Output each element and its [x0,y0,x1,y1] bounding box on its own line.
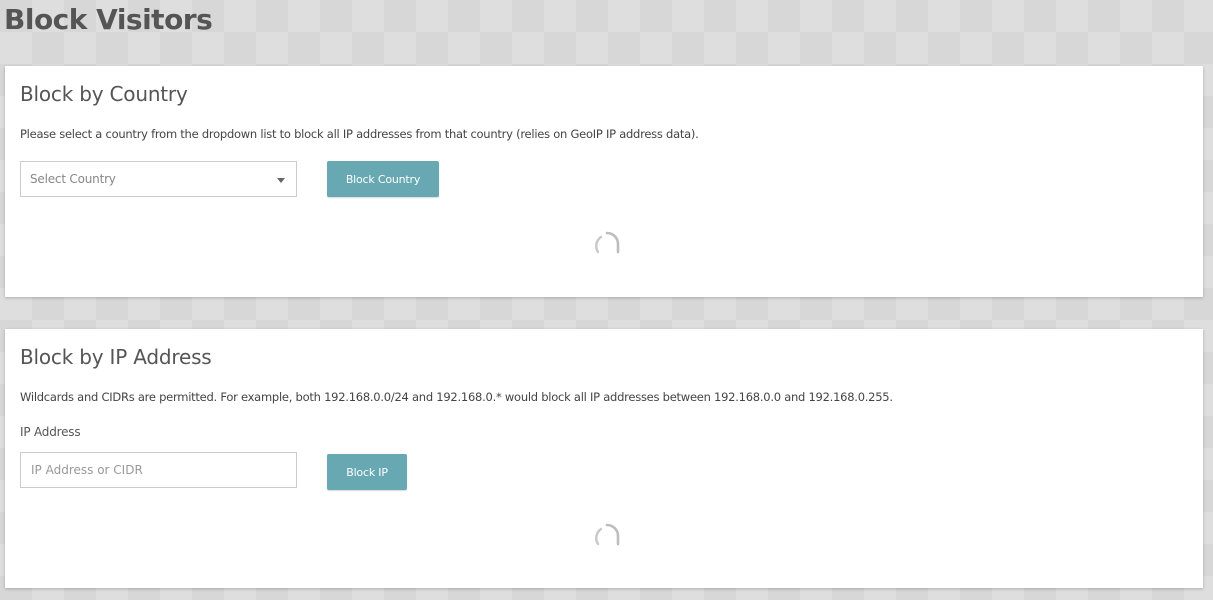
block-ip-button[interactable]: Block IP [327,454,407,490]
ip-section-heading: Block by IP Address [20,345,212,369]
block-by-ip-card: Block by IP Address Wildcards and CIDRs … [5,329,1203,588]
page-title: Block Visitors [4,3,213,36]
block-by-country-card: Block by Country Please select a country… [5,66,1203,297]
spinner-icon [595,523,620,546]
country-section-heading: Block by Country [20,82,188,106]
country-select-placeholder: Select Country [30,172,116,186]
spinner-icon [595,231,620,254]
country-select[interactable]: Select Country [20,161,297,197]
country-section-description: Please select a country from the dropdow… [20,127,699,141]
block-country-button[interactable]: Block Country [327,161,439,197]
ip-address-input[interactable] [20,452,297,488]
ip-address-label: IP Address [20,425,81,439]
chevron-down-icon [277,178,285,183]
ip-section-description: Wildcards and CIDRs are permitted. For e… [20,390,893,404]
